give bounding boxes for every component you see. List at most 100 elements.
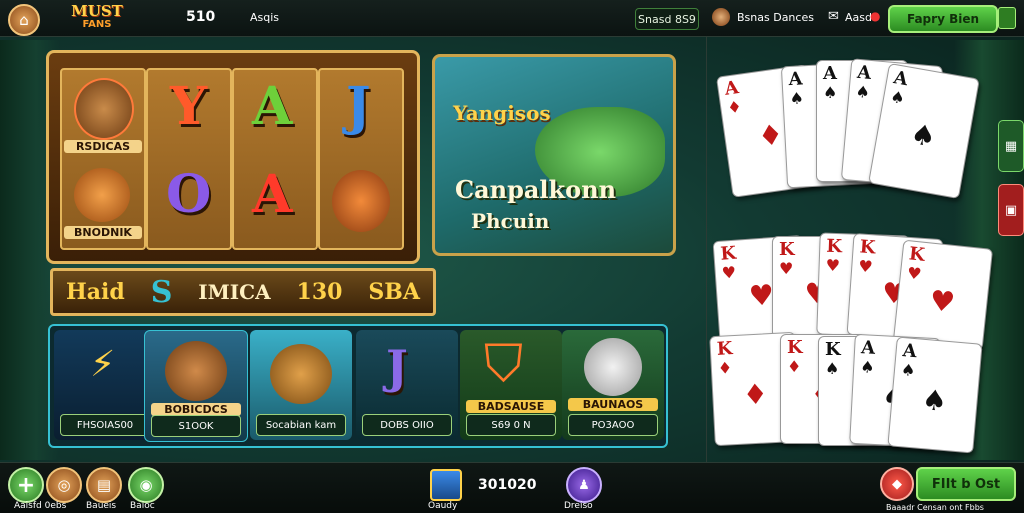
banner-word: Haid	[65, 279, 125, 305]
games-icon[interactable]	[430, 469, 462, 501]
card-rank: A	[901, 340, 918, 363]
card-center-suit: ♠	[907, 117, 939, 154]
jackpot-banner: Haid S IMICA 130 SBA	[50, 268, 436, 316]
game-tile[interactable]: ⛉ BADSAUSE S69 0 N	[460, 330, 562, 440]
slot-letter-j: J	[346, 76, 371, 137]
card-rank: A	[892, 67, 910, 91]
bonus-text: Bsnas Dances	[737, 11, 814, 24]
label-asqis: Asqis	[250, 11, 280, 24]
game-tile[interactable]: J DOBS OIIO	[356, 330, 458, 440]
card-rank: A	[788, 68, 804, 91]
otter-character	[270, 344, 332, 404]
bolt-icon: ⚡	[90, 344, 116, 385]
card-suit: ♥	[857, 256, 874, 277]
cat-character	[74, 168, 130, 222]
home-button[interactable]: ⌂	[8, 4, 40, 36]
card-rank: K	[908, 243, 926, 266]
grid-icon: ▦	[1004, 138, 1018, 154]
card-rank: A	[823, 63, 837, 84]
reel-3[interactable]: A A	[232, 68, 318, 250]
play-button[interactable]: FIIt b Ost	[916, 467, 1016, 501]
home-icon: ⌂	[19, 11, 29, 29]
card-rank: A	[723, 77, 741, 100]
reel-1[interactable]: RSDICAS BNODNIK	[60, 68, 146, 250]
credits-text: 301020	[478, 477, 537, 493]
slot-letter-y: Y	[170, 76, 208, 137]
panel-divider	[706, 36, 707, 462]
side-button-green[interactable]: ▦	[998, 120, 1024, 172]
card-suit: ♥	[721, 262, 737, 283]
card-rank: K	[787, 337, 803, 358]
chat-icon: ◉	[139, 476, 153, 494]
banner-word: 130	[296, 279, 343, 305]
reel-4[interactable]: J	[318, 68, 404, 250]
card-suit: ♦	[787, 357, 802, 376]
card-suit: ♠	[789, 88, 805, 109]
card-suit: ♠	[823, 83, 838, 102]
playing-card[interactable]: A♠♠	[887, 336, 983, 454]
gift-icon: ◆	[892, 476, 902, 492]
nav-button-3[interactable]: ▤	[86, 467, 122, 503]
card-rank: K	[858, 236, 877, 259]
bottom-right-label: Baaadr Censan ont Fbbs	[886, 503, 984, 512]
banner-word: IMICA	[198, 280, 271, 304]
red-action-button[interactable]: ◆	[880, 467, 914, 501]
menu-icon[interactable]	[998, 7, 1016, 29]
plus-icon: +	[16, 472, 36, 498]
game-tile[interactable]: ⚡ FHSOIAS00	[54, 330, 156, 440]
symbol-label: BNODNIK	[64, 226, 142, 239]
mail-icon[interactable]: ✉	[828, 9, 839, 24]
tile-badge: BAUNAOS	[568, 398, 658, 411]
card-suit: ♠	[859, 357, 876, 377]
card-center-suit: ♠	[920, 383, 949, 419]
banner-word: S	[150, 274, 173, 310]
beaver-character	[165, 341, 227, 401]
promo-panel[interactable]: Yangisos Canpalkonn Phcuin	[432, 54, 676, 256]
card-center-suit: ♥	[928, 283, 957, 320]
card-suit: ♦	[717, 358, 733, 378]
card-rank: K	[779, 239, 795, 260]
reel-2[interactable]: Y O	[146, 68, 232, 250]
fox-character	[332, 170, 390, 232]
card-suit: ♦	[726, 96, 743, 118]
user-icon: ♟	[578, 477, 590, 493]
promo-line1: Canpalkonn	[455, 175, 617, 204]
card-suit: ♥	[825, 255, 841, 276]
cat-character	[584, 338, 642, 396]
game-tile[interactable]: Socabian kam	[250, 330, 352, 440]
playing-card[interactable]: K♥♥	[892, 239, 994, 351]
tile-badge: BADSAUSE	[466, 400, 556, 413]
card-suit: ♠	[825, 359, 840, 378]
stat-pill[interactable]: Snasd 8S9	[635, 8, 699, 30]
add-button[interactable]: +	[8, 467, 44, 503]
game-tile[interactable]: BOBICDCS S1OOK	[144, 330, 248, 442]
nav-button-2[interactable]: ◎	[46, 467, 82, 503]
tile-letter-j: J	[386, 340, 408, 394]
balance-text: 510	[186, 9, 216, 25]
card-rank: A	[856, 61, 873, 84]
card-rank: K	[719, 242, 737, 265]
promo-title: Yangisos	[453, 101, 551, 125]
logo: MUST FANS	[71, 2, 123, 30]
slot-letter-o: O	[166, 164, 212, 225]
profile-label: Dreiso	[564, 501, 593, 511]
nav-button-4[interactable]: ◉	[128, 467, 164, 503]
add-label: Aaisfd 0ebs	[14, 501, 67, 511]
card-rank: K	[825, 339, 841, 360]
card-suit: ♥	[779, 259, 794, 278]
symbol-label: RSDICAS	[64, 140, 142, 153]
coin-icon: ◎	[57, 476, 71, 494]
game-tile[interactable]: BAUNAOS PO3AOO	[562, 330, 664, 440]
side-button-red[interactable]: ▣	[998, 184, 1024, 236]
card-suit: ♠	[854, 81, 871, 102]
nav-label-2: Baueis	[86, 501, 117, 511]
slot-letter-a: A	[252, 76, 293, 137]
slot-letter-a: A	[252, 164, 293, 225]
label-aasd: Aasd	[845, 11, 872, 24]
banner-word: SBA	[368, 279, 420, 305]
alert-icon: ●	[870, 9, 881, 23]
top-cta-button[interactable]: Fapry Bien	[888, 5, 998, 33]
profile-button[interactable]: ♟	[566, 467, 602, 503]
avatar[interactable]	[712, 8, 730, 26]
chest-icon: ▤	[96, 476, 112, 494]
